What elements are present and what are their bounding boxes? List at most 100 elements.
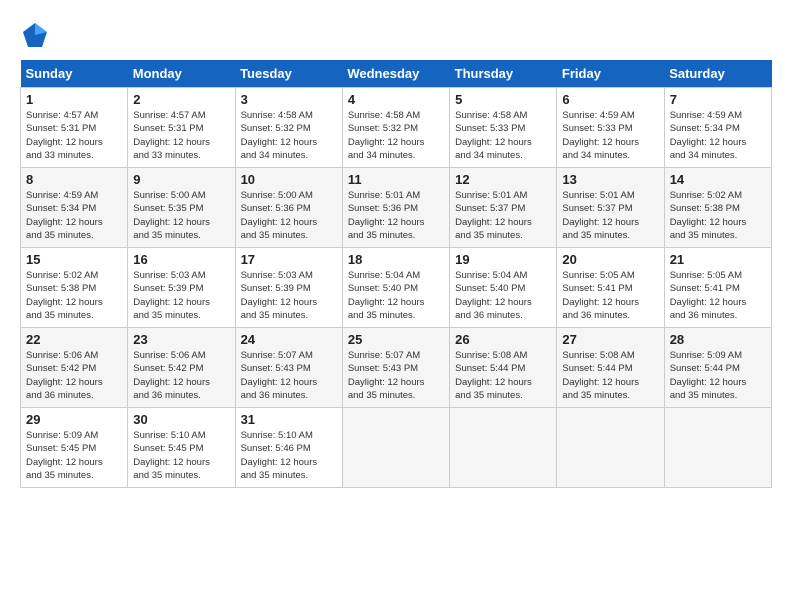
calendar-week-4: 29 Sunrise: 5:09 AM Sunset: 5:45 PM Dayli… <box>21 408 772 488</box>
day-number: 27 <box>562 332 658 347</box>
calendar-cell: 17 Sunrise: 5:03 AM Sunset: 5:39 PM Dayli… <box>235 248 342 328</box>
day-number: 6 <box>562 92 658 107</box>
day-number: 28 <box>670 332 766 347</box>
day-info: Sunrise: 4:58 AM Sunset: 5:33 PM Dayligh… <box>455 109 551 162</box>
header-day-tuesday: Tuesday <box>235 60 342 88</box>
calendar-cell: 24 Sunrise: 5:07 AM Sunset: 5:43 PM Dayli… <box>235 328 342 408</box>
day-info: Sunrise: 5:09 AM Sunset: 5:45 PM Dayligh… <box>26 429 122 482</box>
day-info: Sunrise: 4:57 AM Sunset: 5:31 PM Dayligh… <box>26 109 122 162</box>
calendar-cell: 11 Sunrise: 5:01 AM Sunset: 5:36 PM Dayli… <box>342 168 449 248</box>
day-info: Sunrise: 5:07 AM Sunset: 5:43 PM Dayligh… <box>241 349 337 402</box>
day-number: 30 <box>133 412 229 427</box>
calendar-cell: 9 Sunrise: 5:00 AM Sunset: 5:35 PM Daylig… <box>128 168 235 248</box>
day-number: 26 <box>455 332 551 347</box>
day-number: 16 <box>133 252 229 267</box>
day-info: Sunrise: 5:06 AM Sunset: 5:42 PM Dayligh… <box>133 349 229 402</box>
day-info: Sunrise: 5:04 AM Sunset: 5:40 PM Dayligh… <box>348 269 444 322</box>
day-number: 21 <box>670 252 766 267</box>
day-info: Sunrise: 5:03 AM Sunset: 5:39 PM Dayligh… <box>241 269 337 322</box>
day-info: Sunrise: 4:59 AM Sunset: 5:34 PM Dayligh… <box>26 189 122 242</box>
day-info: Sunrise: 5:04 AM Sunset: 5:40 PM Dayligh… <box>455 269 551 322</box>
day-info: Sunrise: 5:03 AM Sunset: 5:39 PM Dayligh… <box>133 269 229 322</box>
day-info: Sunrise: 5:10 AM Sunset: 5:46 PM Dayligh… <box>241 429 337 482</box>
calendar-header: SundayMondayTuesdayWednesdayThursdayFrid… <box>21 60 772 88</box>
logo <box>20 20 55 50</box>
calendar-cell: 22 Sunrise: 5:06 AM Sunset: 5:42 PM Dayli… <box>21 328 128 408</box>
day-number: 18 <box>348 252 444 267</box>
calendar-body: 1 Sunrise: 4:57 AM Sunset: 5:31 PM Daylig… <box>21 88 772 488</box>
calendar-cell: 23 Sunrise: 5:06 AM Sunset: 5:42 PM Dayli… <box>128 328 235 408</box>
calendar-cell: 1 Sunrise: 4:57 AM Sunset: 5:31 PM Daylig… <box>21 88 128 168</box>
calendar-cell: 7 Sunrise: 4:59 AM Sunset: 5:34 PM Daylig… <box>664 88 771 168</box>
day-info: Sunrise: 5:01 AM Sunset: 5:36 PM Dayligh… <box>348 189 444 242</box>
calendar-cell: 5Sunrise: 4:58 AM Sunset: 5:33 PM Daylig… <box>450 88 557 168</box>
calendar-cell: 13 Sunrise: 5:01 AM Sunset: 5:37 PM Dayli… <box>557 168 664 248</box>
day-number: 20 <box>562 252 658 267</box>
calendar-cell: 14 Sunrise: 5:02 AM Sunset: 5:38 PM Dayli… <box>664 168 771 248</box>
day-info: Sunrise: 5:10 AM Sunset: 5:45 PM Dayligh… <box>133 429 229 482</box>
day-number: 14 <box>670 172 766 187</box>
day-number: 25 <box>348 332 444 347</box>
day-info: Sunrise: 4:58 AM Sunset: 5:32 PM Dayligh… <box>348 109 444 162</box>
header-day-saturday: Saturday <box>664 60 771 88</box>
day-number: 23 <box>133 332 229 347</box>
calendar-cell: 8Sunrise: 4:59 AM Sunset: 5:34 PM Daylig… <box>21 168 128 248</box>
header-day-friday: Friday <box>557 60 664 88</box>
day-number: 2 <box>133 92 229 107</box>
day-number: 9 <box>133 172 229 187</box>
day-info: Sunrise: 5:06 AM Sunset: 5:42 PM Dayligh… <box>26 349 122 402</box>
day-number: 31 <box>241 412 337 427</box>
day-info: Sunrise: 5:09 AM Sunset: 5:44 PM Dayligh… <box>670 349 766 402</box>
day-number: 24 <box>241 332 337 347</box>
header-day-sunday: Sunday <box>21 60 128 88</box>
day-info: Sunrise: 5:08 AM Sunset: 5:44 PM Dayligh… <box>455 349 551 402</box>
calendar-week-2: 15Sunrise: 5:02 AM Sunset: 5:38 PM Dayli… <box>21 248 772 328</box>
day-number: 13 <box>562 172 658 187</box>
calendar-cell: 29 Sunrise: 5:09 AM Sunset: 5:45 PM Dayli… <box>21 408 128 488</box>
day-info: Sunrise: 4:59 AM Sunset: 5:33 PM Dayligh… <box>562 109 658 162</box>
day-info: Sunrise: 5:00 AM Sunset: 5:36 PM Dayligh… <box>241 189 337 242</box>
calendar-cell: 28 Sunrise: 5:09 AM Sunset: 5:44 PM Dayli… <box>664 328 771 408</box>
calendar-week-3: 22 Sunrise: 5:06 AM Sunset: 5:42 PM Dayli… <box>21 328 772 408</box>
header-day-monday: Monday <box>128 60 235 88</box>
header-day-thursday: Thursday <box>450 60 557 88</box>
page-header <box>20 20 772 50</box>
day-number: 12 <box>455 172 551 187</box>
day-info: Sunrise: 5:01 AM Sunset: 5:37 PM Dayligh… <box>562 189 658 242</box>
calendar-cell: 19 Sunrise: 5:04 AM Sunset: 5:40 PM Dayli… <box>450 248 557 328</box>
day-number: 17 <box>241 252 337 267</box>
day-info: Sunrise: 5:08 AM Sunset: 5:44 PM Dayligh… <box>562 349 658 402</box>
day-number: 29 <box>26 412 122 427</box>
day-number: 19 <box>455 252 551 267</box>
calendar-cell: 26 Sunrise: 5:08 AM Sunset: 5:44 PM Dayli… <box>450 328 557 408</box>
calendar-cell: 21 Sunrise: 5:05 AM Sunset: 5:41 PM Dayli… <box>664 248 771 328</box>
calendar-cell <box>450 408 557 488</box>
calendar-cell: 25 Sunrise: 5:07 AM Sunset: 5:43 PM Dayli… <box>342 328 449 408</box>
calendar-cell: 31 Sunrise: 5:10 AM Sunset: 5:46 PM Dayli… <box>235 408 342 488</box>
calendar-cell: 10Sunrise: 5:00 AM Sunset: 5:36 PM Dayli… <box>235 168 342 248</box>
day-info: Sunrise: 5:07 AM Sunset: 5:43 PM Dayligh… <box>348 349 444 402</box>
day-info: Sunrise: 5:02 AM Sunset: 5:38 PM Dayligh… <box>670 189 766 242</box>
day-info: Sunrise: 5:05 AM Sunset: 5:41 PM Dayligh… <box>670 269 766 322</box>
calendar-cell: 20 Sunrise: 5:05 AM Sunset: 5:41 PM Dayli… <box>557 248 664 328</box>
calendar-cell: 18 Sunrise: 5:04 AM Sunset: 5:40 PM Dayli… <box>342 248 449 328</box>
day-number: 4 <box>348 92 444 107</box>
day-number: 3 <box>241 92 337 107</box>
day-number: 15 <box>26 252 122 267</box>
header-day-wednesday: Wednesday <box>342 60 449 88</box>
day-number: 7 <box>670 92 766 107</box>
calendar-cell: 3Sunrise: 4:58 AM Sunset: 5:32 PM Daylig… <box>235 88 342 168</box>
calendar-cell <box>342 408 449 488</box>
day-info: Sunrise: 5:00 AM Sunset: 5:35 PM Dayligh… <box>133 189 229 242</box>
day-info: Sunrise: 5:05 AM Sunset: 5:41 PM Dayligh… <box>562 269 658 322</box>
day-number: 11 <box>348 172 444 187</box>
calendar-cell: 6 Sunrise: 4:59 AM Sunset: 5:33 PM Daylig… <box>557 88 664 168</box>
day-number: 22 <box>26 332 122 347</box>
calendar-week-0: 1 Sunrise: 4:57 AM Sunset: 5:31 PM Daylig… <box>21 88 772 168</box>
day-info: Sunrise: 4:59 AM Sunset: 5:34 PM Dayligh… <box>670 109 766 162</box>
calendar-cell <box>557 408 664 488</box>
header-row: SundayMondayTuesdayWednesdayThursdayFrid… <box>21 60 772 88</box>
day-number: 1 <box>26 92 122 107</box>
calendar-cell: 16 Sunrise: 5:03 AM Sunset: 5:39 PM Dayli… <box>128 248 235 328</box>
calendar-cell: 27 Sunrise: 5:08 AM Sunset: 5:44 PM Dayli… <box>557 328 664 408</box>
